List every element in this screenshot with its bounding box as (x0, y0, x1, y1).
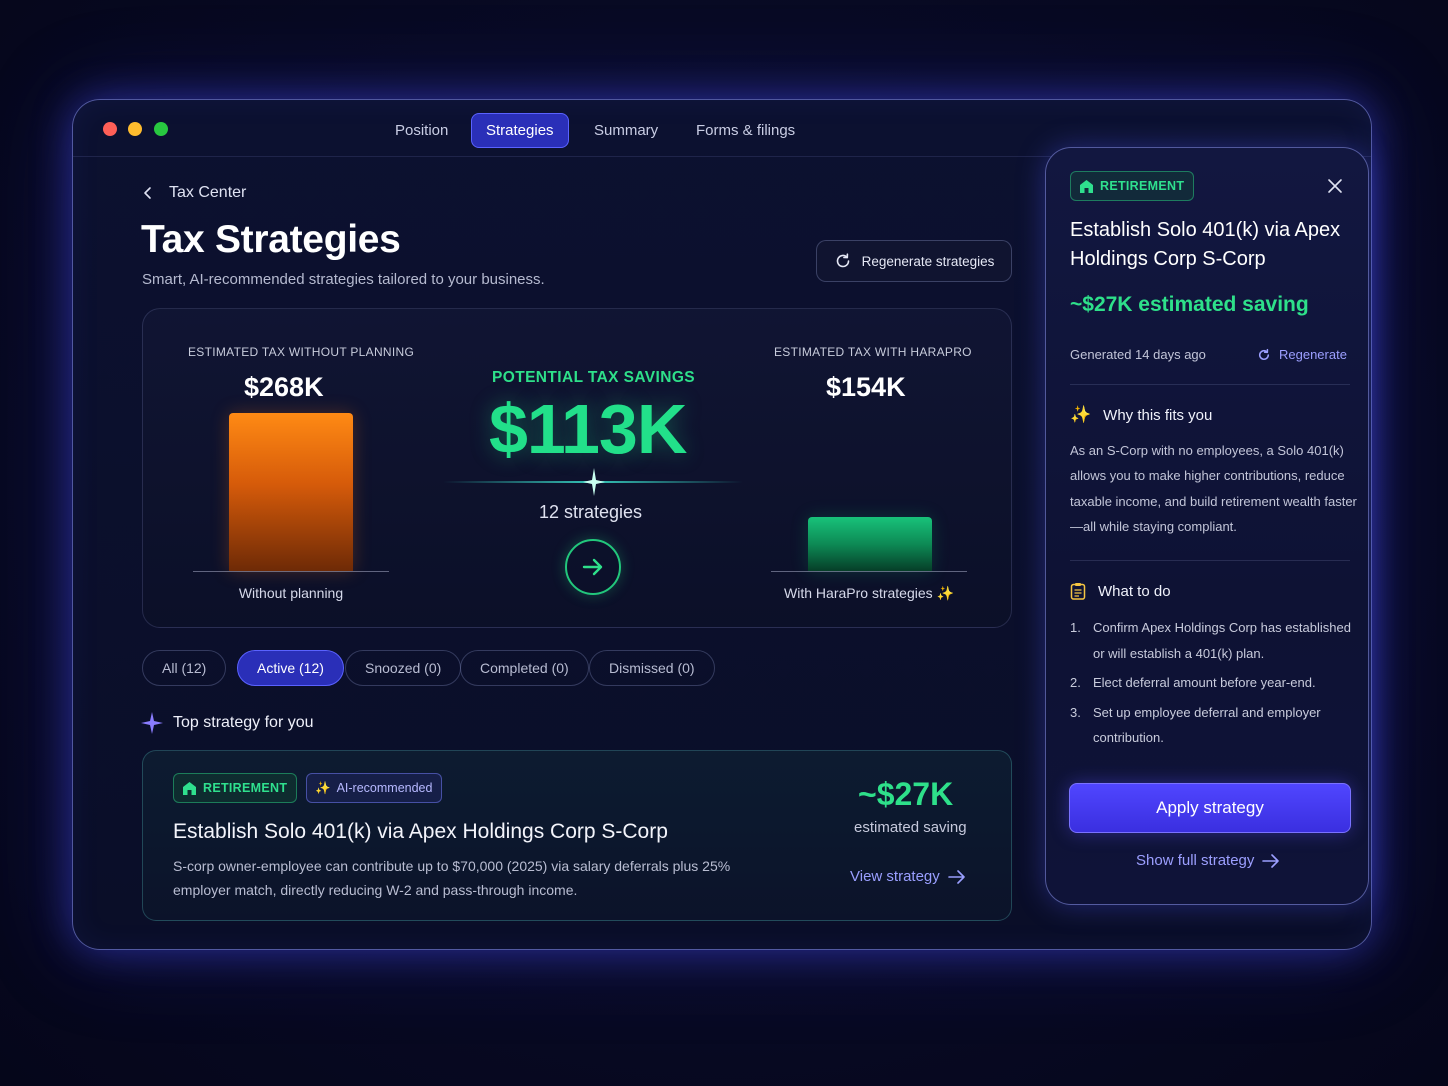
panel-badge-label: RETIREMENT (1100, 179, 1185, 193)
strategy-title: Establish Solo 401(k) via Apex Holdings … (173, 820, 668, 843)
list-item: 2. Elect deferral amount before year-end. (1070, 670, 1360, 696)
arrow-right-icon (947, 869, 965, 884)
sparkle-icon: ✨ (315, 781, 331, 795)
without-planning-baseline (193, 571, 389, 572)
tab-strategies[interactable]: Strategies (471, 113, 569, 148)
step-text: Elect deferral amount before year-end. (1093, 675, 1316, 690)
step-number: 1. (1070, 620, 1081, 635)
list-item: 1. Confirm Apex Holdings Corp has establi… (1070, 615, 1360, 666)
why-heading-label: Why this fits you (1103, 406, 1213, 424)
panel-retirement-badge: RETIREMENT (1070, 171, 1195, 201)
without-planning-bar (229, 413, 353, 571)
filter-snoozed[interactable]: Snoozed (0) (345, 650, 462, 686)
view-strategy-link[interactable]: View strategy (850, 868, 966, 885)
with-harapro-bar (808, 517, 932, 571)
breadcrumb-label: Tax Center (169, 184, 247, 201)
step-number: 2. (1070, 675, 1081, 690)
tab-summary[interactable]: Summary (580, 113, 672, 148)
ai-recommended-label: AI-recommended (336, 781, 433, 795)
without-planning-caption: Without planning (238, 585, 344, 601)
panel-divider (1070, 560, 1350, 561)
with-harapro-label: ESTIMATED TAX WITH HARAPRO (774, 345, 972, 359)
regenerate-strategies-label: Regenerate strategies (861, 253, 995, 269)
close-window-button[interactable] (103, 122, 117, 136)
without-planning-value: $268K (244, 372, 324, 402)
show-full-strategy-link[interactable]: Show full strategy (1136, 852, 1280, 869)
todo-heading: What to do (1070, 582, 1171, 600)
with-harapro-caption: With HaraPro strategies ✨ (763, 585, 975, 602)
retirement-badge-label: RETIREMENT (203, 781, 288, 795)
step-text: Set up employee deferral and employer co… (1093, 704, 1321, 746)
filter-all[interactable]: All (12) (142, 650, 227, 686)
close-icon[interactable] (1327, 178, 1343, 194)
with-harapro-value: $154K (826, 372, 906, 402)
page-title: Tax Strategies (141, 218, 401, 261)
top-strategy-label: Top strategy for you (173, 714, 314, 731)
strategy-saving-label: estimated saving (854, 819, 967, 836)
apply-strategy-button[interactable]: Apply strategy (1069, 783, 1351, 833)
panel-regenerate-label: Regenerate (1279, 347, 1347, 362)
with-harapro-caption-text: With HaraPro strategies (784, 585, 933, 601)
todo-heading-label: What to do (1098, 582, 1171, 600)
maximize-window-button[interactable] (154, 122, 168, 136)
with-harapro-baseline (771, 571, 967, 572)
potential-savings-label: POTENTIAL TAX SAVINGS (492, 369, 696, 386)
view-strategy-label: View strategy (850, 868, 940, 885)
sparkle-icon: ✨ (1070, 405, 1092, 424)
tab-forms-filings[interactable]: Forms & filings (682, 113, 809, 148)
top-strategy-card[interactable]: RETIREMENT ✨ AI-recommended Establish So… (142, 750, 1012, 921)
retirement-badge: RETIREMENT (173, 773, 298, 803)
ai-recommended-badge: ✨ AI-recommended (306, 773, 443, 803)
sparkle-icon (141, 712, 163, 734)
filter-completed[interactable]: Completed (0) (460, 650, 589, 686)
regenerate-strategies-button[interactable]: Regenerate strategies (816, 240, 1012, 282)
filter-dismissed[interactable]: Dismissed (0) (589, 650, 715, 686)
panel-generated: Generated 14 days ago (1070, 347, 1206, 362)
sparkle-icon: ✨ (936, 585, 954, 601)
arrow-right-icon (1262, 853, 1280, 868)
strategy-saving-value: ~$27K (858, 776, 954, 812)
refresh-icon (1258, 348, 1270, 360)
panel-saving: ~$27K estimated saving (1070, 293, 1309, 316)
refresh-icon (836, 253, 849, 268)
strategy-detail-panel: RETIREMENT Establish Solo 401(k) via Ape… (1045, 147, 1369, 905)
page-subtitle: Smart, AI-recommended strategies tailore… (142, 271, 545, 288)
todo-steps: 1. Confirm Apex Holdings Corp has establi… (1070, 615, 1360, 755)
without-planning-label: ESTIMATED TAX WITHOUT PLANNING (188, 345, 415, 359)
view-strategies-button[interactable] (565, 539, 621, 595)
show-full-strategy-label: Show full strategy (1136, 852, 1255, 869)
potential-savings-value: $113K (489, 390, 687, 468)
arrow-right-icon (582, 558, 603, 576)
back-chevron-icon (144, 187, 151, 199)
step-number: 3. (1070, 704, 1081, 720)
strategy-description: S-corp owner-employee can contribute up … (173, 858, 731, 898)
minimize-window-button[interactable] (128, 122, 142, 136)
tab-position[interactable]: Position (381, 113, 462, 148)
tax-summary-card: ESTIMATED TAX WITHOUT PLANNING $268K Wit… (142, 308, 1012, 628)
why-body: As an S-Corp with no employees, a Solo 4… (1070, 443, 1357, 534)
why-heading: ✨ Why this fits you (1070, 405, 1212, 425)
sparkle-icon (583, 468, 605, 496)
strategies-count: 12 strategies (539, 502, 643, 522)
clipboard-icon (1070, 583, 1086, 600)
step-text: Confirm Apex Holdings Corp has establish… (1093, 620, 1351, 661)
list-item: 3. Set up employee deferral and employer … (1070, 700, 1360, 751)
filter-active[interactable]: Active (12) (237, 650, 344, 686)
panel-divider (1070, 384, 1350, 385)
retirement-icon (183, 781, 196, 795)
breadcrumb[interactable]: Tax Center (141, 184, 246, 202)
panel-title: Establish Solo 401(k) via Apex Holdings … (1070, 219, 1341, 270)
panel-regenerate-button[interactable]: Regenerate (1257, 347, 1347, 362)
retirement-icon (1080, 179, 1093, 193)
top-strategy-heading: Top strategy for you (141, 712, 314, 734)
